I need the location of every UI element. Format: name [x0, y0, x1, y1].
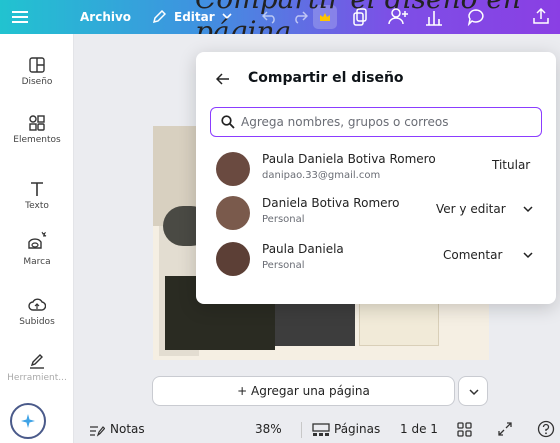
person-name: Daniela Botiva Romero [262, 196, 400, 210]
pencil-icon [152, 10, 166, 24]
sidebar-item-label: Subidos [19, 317, 55, 327]
add-page-options-button[interactable] [458, 376, 488, 406]
sidebar-item-label: Marca [23, 257, 51, 267]
upload-icon [28, 298, 46, 311]
page-count: 1 de 1 [400, 422, 438, 436]
back-arrow-icon[interactable] [216, 73, 230, 85]
role-dropdown[interactable]: Comentar [443, 248, 502, 262]
sidebar-item-uploads[interactable]: Subidos [0, 296, 74, 327]
sidebar-item-text[interactable]: Texto [0, 180, 74, 211]
person-name: Paula Daniela Botiva Romero [262, 152, 436, 166]
divider [301, 422, 302, 438]
bottom-bar: Notas 38% Páginas 1 de 1 [75, 418, 560, 443]
magic-assistant-button[interactable] [10, 403, 46, 439]
person-role: Titular [492, 158, 531, 172]
share-panel-title: Compartir el diseño [248, 70, 404, 86]
sidebar-item-elements[interactable]: Elementos [0, 114, 74, 145]
grid-view-icon[interactable] [457, 422, 472, 437]
role-dropdown[interactable]: Ver y editar [436, 202, 506, 216]
person-row[interactable]: Paula Daniela Botiva Romero danipao.33@g… [210, 150, 542, 190]
person-email: Personal [262, 260, 305, 271]
fullscreen-icon[interactable] [498, 422, 512, 436]
chevron-down-icon [469, 389, 479, 396]
sidebar-item-tools[interactable]: Herramient... [0, 352, 74, 383]
file-menu-button[interactable]: Archivo [80, 0, 131, 34]
sidebar-item-label: Texto [25, 201, 49, 211]
menu-icon[interactable] [12, 10, 28, 24]
person-name: Paula Daniela [262, 242, 344, 256]
person-email: danipao.33@gmail.com [262, 170, 381, 181]
share-search-input[interactable] [241, 112, 531, 132]
sidebar-item-label: Elementos [13, 135, 61, 145]
brand-icon [28, 231, 47, 249]
notes-icon [90, 426, 105, 437]
elements-icon [29, 115, 45, 131]
draw-icon [30, 354, 44, 369]
notes-button[interactable]: Notas [110, 422, 145, 436]
share-panel: Compartir el diseño Paula Daniela Botiva… [196, 52, 556, 304]
sidebar-item-label: Diseño [21, 77, 53, 87]
sidebar-item-design[interactable]: Diseño [0, 56, 74, 87]
share-search-box[interactable] [210, 107, 542, 137]
sidebar-item-label: Herramient... [7, 373, 67, 383]
person-email: Personal [262, 214, 305, 225]
sparkle-icon [21, 414, 35, 428]
person-row[interactable]: Daniela Botiva Romero Personal Ver y edi… [210, 194, 542, 234]
chevron-down-icon[interactable] [523, 206, 533, 213]
avatar [216, 196, 250, 230]
person-row[interactable]: Paula Daniela Personal Comentar [210, 240, 542, 280]
zoom-level[interactable]: 38% [255, 422, 282, 436]
help-icon[interactable] [537, 420, 555, 438]
search-icon [221, 115, 235, 129]
left-sidebar: Diseño Elementos Texto Marca Subidos Her… [0, 34, 74, 443]
sidebar-item-brand[interactable]: Marca [0, 230, 74, 267]
avatar [216, 152, 250, 186]
pages-icon [312, 423, 330, 436]
chevron-down-icon[interactable] [523, 252, 533, 259]
add-page-button[interactable]: + Agregar una página [152, 376, 455, 406]
layout-icon [29, 57, 45, 73]
text-icon [31, 182, 43, 196]
avatar [216, 242, 250, 276]
pages-button[interactable]: Páginas [334, 422, 380, 436]
